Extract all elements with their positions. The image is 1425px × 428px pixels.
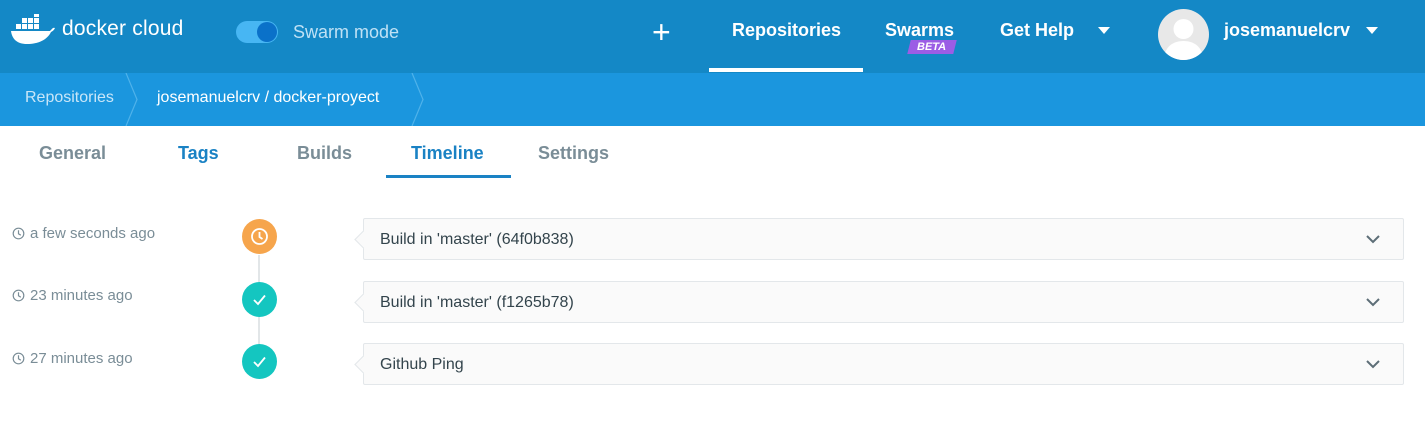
toggle-knob [257,22,277,42]
nav-active-indicator [709,68,863,72]
check-icon [253,294,266,306]
timeline-item-label: Build in 'master' (f1265b78) [380,294,574,311]
clock-icon [12,227,25,240]
nav-get-help[interactable]: Get Help [1000,20,1074,41]
timeline-time: 23 minutes ago [12,287,133,304]
tab-tags[interactable]: Tags [178,143,219,164]
chevron-down-icon[interactable] [1365,294,1381,310]
build-success-status [242,282,277,317]
breadcrumb: Repositories josemanuelcrv / docker-proy… [0,73,1425,126]
tab-builds[interactable]: Builds [297,143,352,164]
clock-icon [251,228,268,245]
timeline-item-label: Build in 'master' (64f0b838) [380,231,574,248]
timeline-time-text: 23 minutes ago [30,287,133,304]
breadcrumb-repositories[interactable]: Repositories [25,89,114,107]
beta-badge: BETA [907,40,957,54]
docker-whale-icon [11,14,55,44]
user-menu-chevron-down-icon[interactable] [1366,27,1378,34]
chevron-down-icon[interactable] [1365,356,1381,372]
timeline-time-text: a few seconds ago [30,225,156,242]
timeline-item[interactable]: Build in 'master' (f1265b78) [363,281,1404,323]
chevron-down-icon[interactable] [1365,231,1381,247]
clock-icon [12,289,25,302]
username[interactable]: josemanuelcrv [1224,20,1350,41]
breadcrumb-repository[interactable]: josemanuelcrv / docker-proyect [157,89,379,107]
add-button[interactable]: + [652,14,671,50]
clock-icon [12,352,25,365]
breadcrumb-separator-icon [411,73,424,126]
user-avatar[interactable] [1158,9,1209,60]
breadcrumb-separator-icon [125,73,138,126]
tab-settings[interactable]: Settings [538,143,609,164]
timeline-item-label: Github Ping [380,356,464,373]
docker-cloud-logo[interactable]: docker cloud [10,12,183,46]
timeline-time: 27 minutes ago [12,350,133,367]
logo-text: docker cloud [62,17,184,40]
beta-badge-text: BETA [917,41,947,53]
user-silhouette-icon [1164,19,1203,60]
nav-swarms[interactable]: Swarms [885,20,954,41]
swarm-mode-label: Swarm mode [293,22,400,42]
check-icon [253,356,266,368]
tab-general[interactable]: General [39,143,106,164]
timeline-item[interactable]: Github Ping [363,343,1404,385]
build-success-status [242,344,277,379]
tab-active-indicator [386,175,511,178]
nav-repositories[interactable]: Repositories [732,20,841,41]
top-navbar: docker cloud Swarm mode + Repositories S… [0,0,1425,73]
build-pending-status [242,219,277,254]
timeline-time: a few seconds ago [12,225,155,242]
timeline-item[interactable]: Build in 'master' (64f0b838) [363,218,1404,260]
swarm-mode-toggle[interactable] [236,21,278,43]
get-help-chevron-down-icon[interactable] [1098,27,1110,34]
tab-timeline[interactable]: Timeline [411,143,484,164]
timeline-time-text: 27 minutes ago [30,350,133,367]
